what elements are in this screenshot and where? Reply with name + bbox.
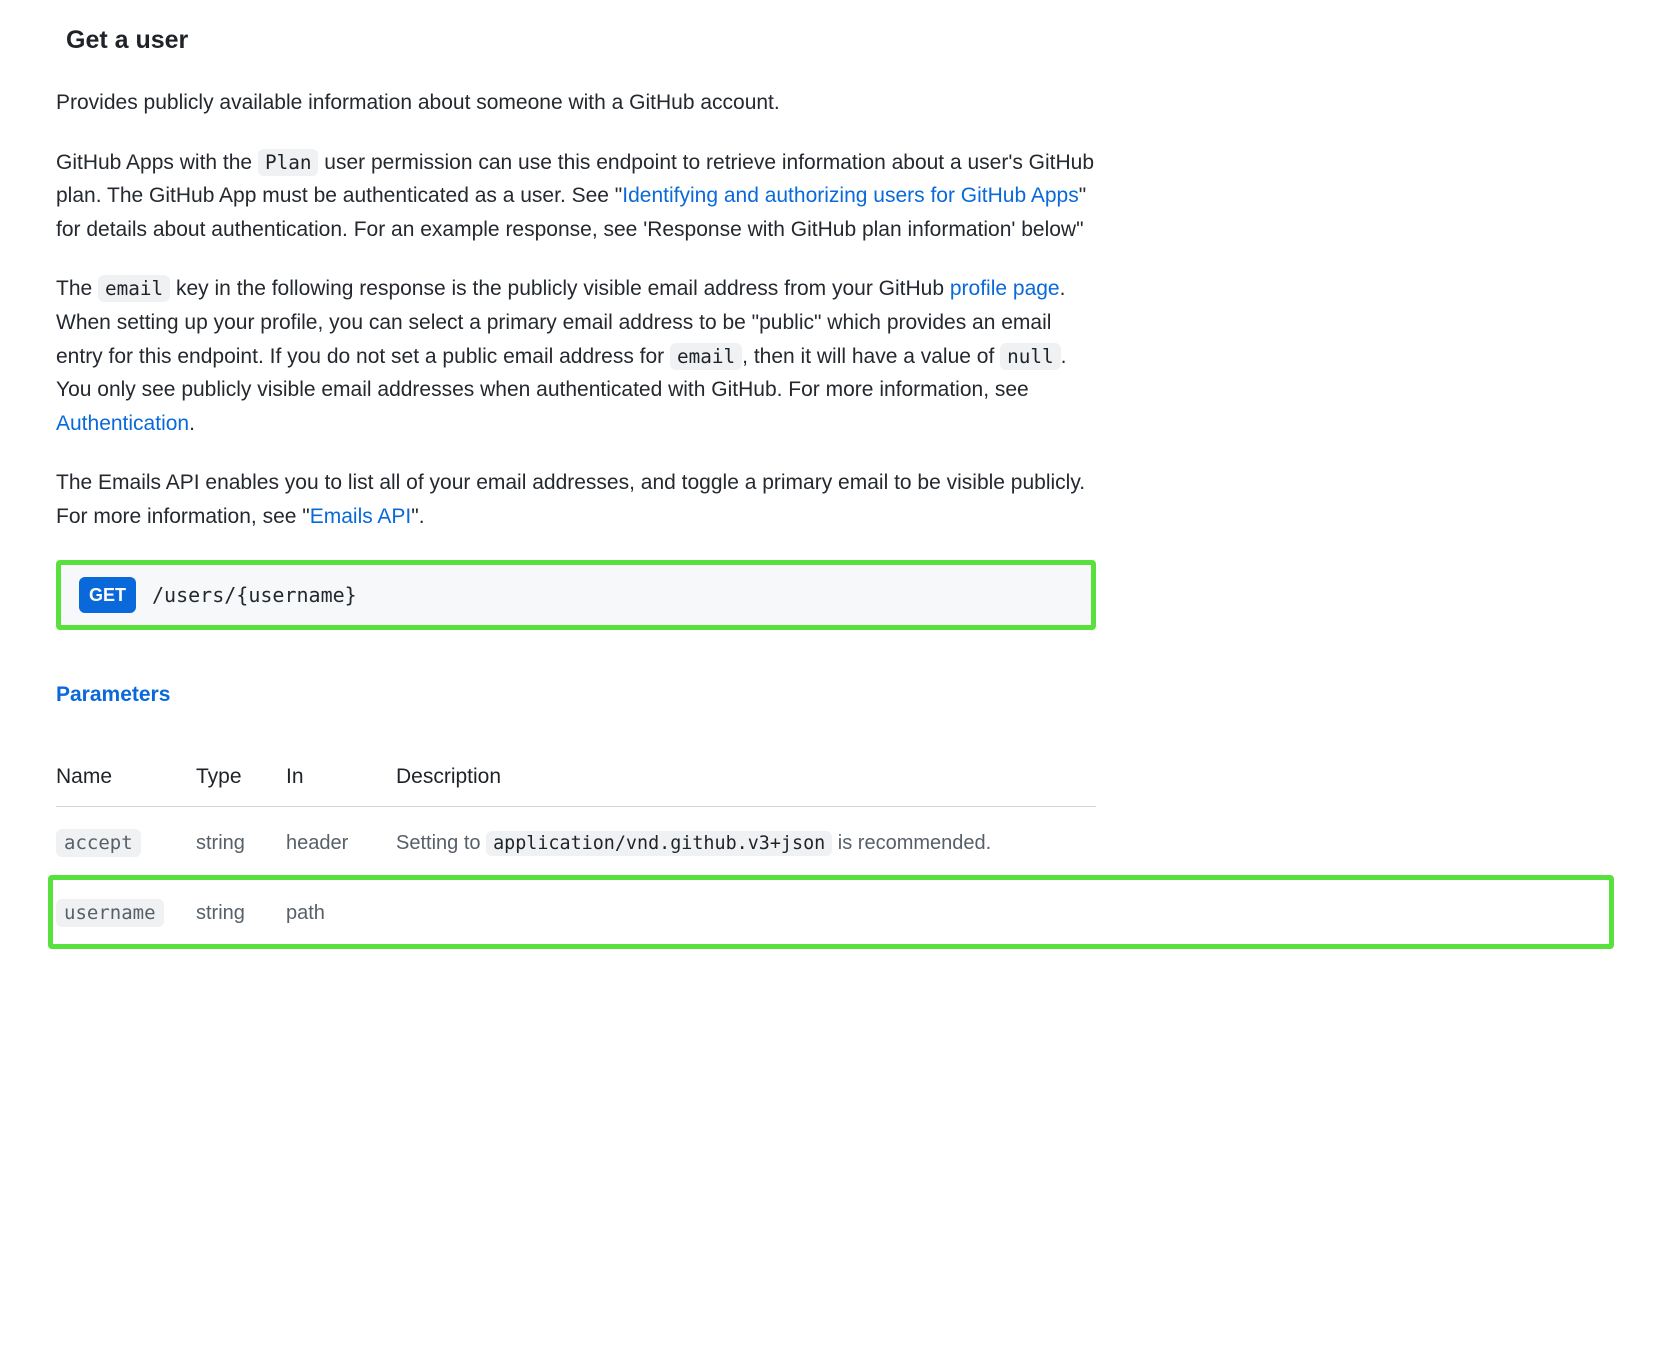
null-code: null xyxy=(1000,343,1061,370)
text: is recommended. xyxy=(832,832,991,854)
plan-permission-paragraph: GitHub Apps with the Plan user permissio… xyxy=(56,146,1096,247)
text: ". xyxy=(411,505,424,528)
param-in: path xyxy=(286,877,396,947)
text: The xyxy=(56,277,98,300)
identifying-authorizing-link[interactable]: Identifying and authorizing users for Gi… xyxy=(622,184,1078,207)
col-header-name: Name xyxy=(56,750,196,806)
plan-code: Plan xyxy=(258,149,319,176)
param-name: accept xyxy=(56,829,141,857)
email-key-paragraph: The email key in the following response … xyxy=(56,272,1096,440)
endpoint-row: GET /users/{username} xyxy=(61,565,1091,626)
endpoint-highlight-box: GET /users/{username} xyxy=(56,560,1096,631)
email-code-2: email xyxy=(670,343,742,370)
param-in: header xyxy=(286,806,396,877)
table-row: accept string header Setting to applicat… xyxy=(56,806,1096,877)
col-header-in: In xyxy=(286,750,396,806)
text: GitHub Apps with the xyxy=(56,151,258,174)
text: . xyxy=(189,412,195,435)
param-type: string xyxy=(196,806,286,877)
col-header-description: Description xyxy=(396,750,1096,806)
page-title: Get a user xyxy=(66,20,1614,60)
param-description xyxy=(396,877,1096,947)
table-header-row: Name Type In Description xyxy=(56,750,1096,806)
text: key in the following response is the pub… xyxy=(170,277,950,300)
text: , then it will have a value of xyxy=(742,345,1000,368)
emails-api-paragraph: The Emails API enables you to list all o… xyxy=(56,466,1096,533)
table-row: username string path xyxy=(56,877,1096,947)
parameters-table-wrap: Name Type In Description accept string h… xyxy=(56,750,1614,947)
endpoint-path: /users/{username} xyxy=(152,579,357,611)
api-doc-page: Get a user Provides publicly available i… xyxy=(0,0,1670,987)
text: The Emails API enables you to list all o… xyxy=(56,471,1085,528)
intro-paragraph: Provides publicly available information … xyxy=(56,86,1096,120)
param-description: Setting to application/vnd.github.v3+jso… xyxy=(396,806,1096,877)
param-type: string xyxy=(196,877,286,947)
param-name: username xyxy=(56,899,164,927)
parameters-table: Name Type In Description accept string h… xyxy=(56,750,1096,947)
parameters-heading[interactable]: Parameters xyxy=(56,678,1614,712)
email-code: email xyxy=(98,275,170,302)
http-method-badge: GET xyxy=(79,577,136,614)
media-type-code: application/vnd.github.v3+json xyxy=(486,831,832,856)
emails-api-link[interactable]: Emails API xyxy=(310,505,412,528)
text: Setting to xyxy=(396,832,486,854)
col-header-type: Type xyxy=(196,750,286,806)
profile-page-link[interactable]: profile page xyxy=(950,277,1060,300)
parameters-heading-link[interactable]: Parameters xyxy=(56,683,170,706)
authentication-link[interactable]: Authentication xyxy=(56,412,189,435)
